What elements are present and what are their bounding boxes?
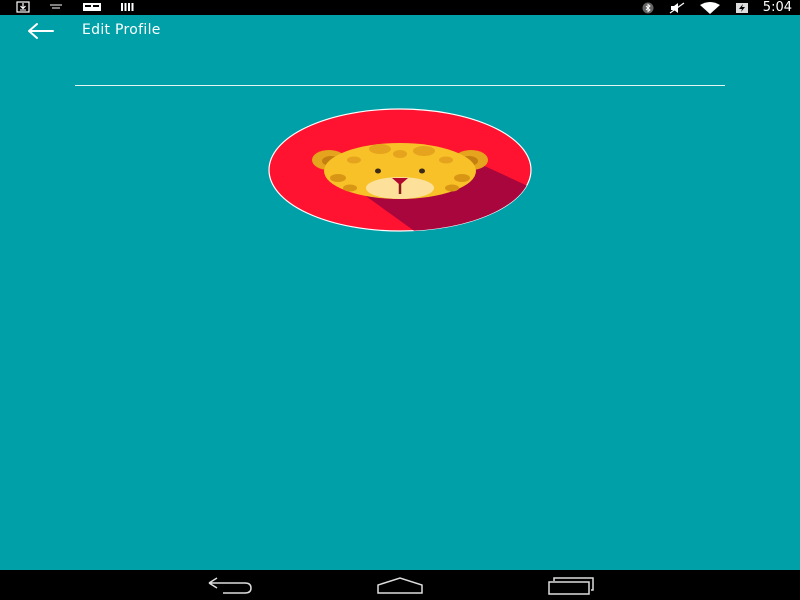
wifi-icon	[699, 1, 721, 14]
home-icon	[377, 577, 423, 594]
arrow-back-icon	[28, 23, 54, 39]
nav-home-button[interactable]	[375, 575, 425, 595]
back-button[interactable]	[26, 20, 56, 42]
sd-card-icon	[82, 2, 102, 12]
status-time: 5:04	[762, 0, 792, 15]
navigation-bar	[0, 570, 800, 600]
download-icon	[16, 1, 30, 13]
voicemail-icon	[48, 2, 64, 12]
barcode-icon	[120, 2, 136, 12]
mute-icon	[669, 2, 685, 14]
nav-recents-button[interactable]	[545, 575, 595, 595]
back-icon	[208, 577, 252, 594]
toolbar: Edit Profile	[0, 15, 800, 47]
leopard-avatar-icon	[268, 108, 532, 232]
bluetooth-icon	[641, 2, 655, 14]
nav-back-button[interactable]	[205, 575, 255, 595]
battery-charging-icon	[735, 2, 749, 14]
notification-icons	[16, 1, 136, 13]
page-title: Edit Profile	[82, 22, 161, 38]
divider	[75, 85, 725, 86]
status-bar: 5:04	[0, 0, 800, 15]
profile-avatar[interactable]	[268, 108, 532, 232]
system-status-icons: 5:04	[641, 0, 792, 15]
recents-icon	[548, 577, 594, 595]
edit-profile-screen: 5:04 Edit Profile	[0, 0, 800, 600]
